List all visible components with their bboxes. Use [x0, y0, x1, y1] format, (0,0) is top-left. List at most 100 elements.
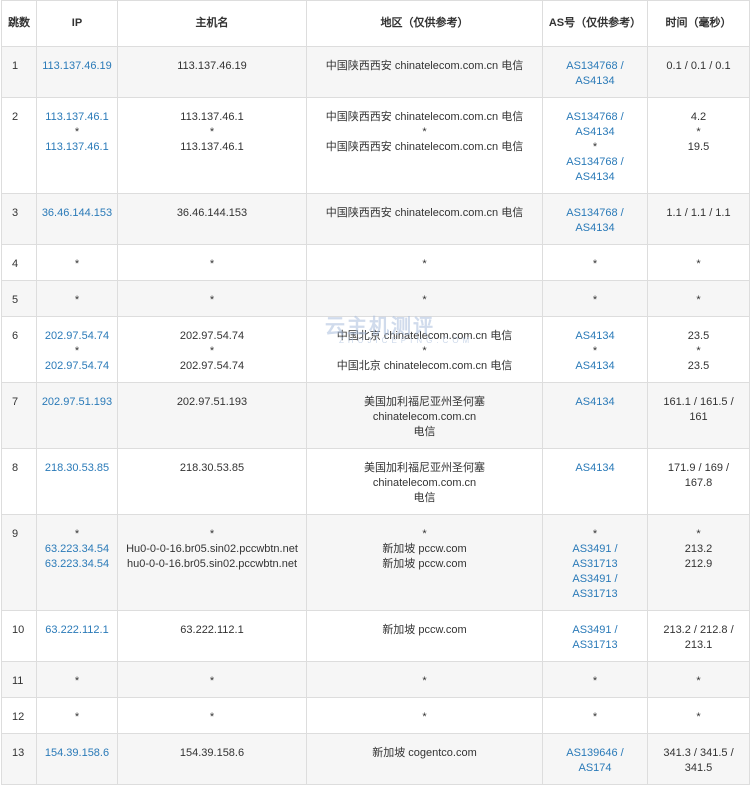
- region-cell: 新加坡 cogentco.com: [306, 733, 543, 785]
- host-cell: 113.137.46.19: [117, 46, 307, 98]
- hop-number: 1: [1, 46, 37, 98]
- ip-link[interactable]: 202.97.54.74: [41, 329, 113, 344]
- host-text: 63.222.112.1: [180, 624, 244, 636]
- region-text: 电信: [413, 426, 436, 438]
- host-cell: 154.39.158.6: [117, 733, 307, 785]
- table-body: 1 113.137.46.19 113.137.46.19 中国陕西西安 chinat…: [1, 46, 750, 785]
- as-link[interactable]: AS134768 /: [547, 59, 643, 74]
- region-text: *: [422, 675, 427, 687]
- host-text: hu0-0-0-16.br05.sin02.pccwbtn.net: [127, 558, 297, 570]
- ip-link[interactable]: 202.97.51.193: [41, 395, 113, 410]
- region-text: 新加坡 pccw.com: [382, 624, 467, 636]
- time-text: 213.2 / 212.8 /: [663, 624, 734, 636]
- as-cell: *: [542, 280, 648, 317]
- as-link[interactable]: AS4134: [547, 125, 643, 140]
- host-text: 113.137.46.1: [180, 141, 244, 153]
- as-link[interactable]: AS3491 /: [547, 572, 643, 587]
- as-text: *: [592, 675, 598, 687]
- as-link[interactable]: AS139646 /: [547, 746, 643, 761]
- ip-link[interactable]: 63.223.34.54: [41, 557, 113, 572]
- ip-text: *: [74, 528, 80, 540]
- host-text: 202.97.51.193: [176, 396, 248, 408]
- header-ip: IP: [36, 0, 118, 47]
- host-text: 154.39.158.6: [179, 747, 245, 759]
- as-link[interactable]: AS174: [547, 761, 643, 776]
- as-link[interactable]: AS31713: [547, 638, 643, 653]
- as-text: *: [592, 528, 598, 540]
- table-row: 9 * 63.223.34.54 63.223.34.54 * Hu0-0-0-16.br…: [1, 514, 750, 611]
- as-cell: *: [542, 661, 648, 698]
- time-text: 1.1 / 1.1 / 1.1: [666, 207, 731, 219]
- host-text: Hu0-0-0-16.br05.sin02.pccwbtn.net: [126, 543, 298, 555]
- region-text: *: [422, 126, 427, 138]
- as-link[interactable]: AS31713: [547, 587, 643, 602]
- table-row: 4 * * * * *: [1, 244, 750, 281]
- hop-number: 10: [1, 610, 37, 662]
- time-text: *: [696, 258, 701, 270]
- ip-link[interactable]: 63.222.112.1: [41, 623, 113, 638]
- region-text: 中国陕西西安 chinatelecom.com.cn 电信: [325, 141, 524, 153]
- time-text: *: [696, 126, 701, 138]
- ip-link[interactable]: 113.137.46.1: [41, 110, 113, 125]
- hop-number: 11: [1, 661, 37, 698]
- region-cell: *: [306, 280, 543, 317]
- time-cell: * 213.2 212.9: [647, 514, 750, 611]
- as-text: *: [592, 141, 598, 153]
- as-link[interactable]: AS4134: [547, 329, 643, 344]
- hop-number: 9: [1, 514, 37, 611]
- as-link[interactable]: AS4134: [547, 221, 643, 236]
- as-cell: AS4134: [542, 382, 648, 449]
- host-cell: *: [117, 697, 307, 734]
- table-row: 13 154.39.158.6 154.39.158.6 新加坡 cogentco.c…: [1, 733, 750, 785]
- ip-link[interactable]: 36.46.144.153: [41, 206, 113, 221]
- time-cell: *: [647, 661, 750, 698]
- region-text: 美国加利福尼亚州圣何塞 chinatelecom.com.cn: [364, 396, 485, 423]
- region-text: *: [422, 528, 427, 540]
- hop-number: 13: [1, 733, 37, 785]
- hop-number: 2: [1, 97, 37, 194]
- as-cell: * AS3491 /AS31713 AS3491 /AS31713: [542, 514, 648, 611]
- time-text: 213.2: [684, 543, 713, 555]
- ip-link[interactable]: 113.137.46.1: [41, 140, 113, 155]
- time-text: *: [696, 528, 701, 540]
- as-link[interactable]: AS134768 /: [547, 110, 643, 125]
- as-link[interactable]: AS31713: [547, 557, 643, 572]
- host-text: *: [209, 294, 215, 306]
- ip-link[interactable]: 113.137.46.19: [41, 59, 113, 74]
- ip-link[interactable]: 154.39.158.6: [41, 746, 113, 761]
- as-link[interactable]: AS4134: [547, 74, 643, 89]
- host-text: *: [209, 528, 215, 540]
- time-text: 341.5: [684, 762, 713, 774]
- ip-link[interactable]: 218.30.53.85: [41, 461, 113, 476]
- as-link[interactable]: AS3491 /: [547, 623, 643, 638]
- as-link[interactable]: AS4134: [547, 359, 643, 374]
- as-link[interactable]: AS4134: [547, 395, 643, 410]
- time-text: 23.5: [687, 330, 710, 342]
- time-cell: 341.3 / 341.5 / 341.5: [647, 733, 750, 785]
- time-text: 161: [689, 411, 708, 423]
- ip-cell: 154.39.158.6: [36, 733, 118, 785]
- host-text: 202.97.54.74: [179, 360, 245, 372]
- as-link[interactable]: AS134768 /: [547, 155, 643, 170]
- hop-number: 7: [1, 382, 37, 449]
- time-text: 341.3 / 341.5 /: [663, 747, 734, 759]
- ip-link[interactable]: 63.223.34.54: [41, 542, 113, 557]
- time-text: 213.1: [684, 639, 713, 651]
- time-text: 23.5: [687, 360, 710, 372]
- host-text: 113.137.46.1: [180, 111, 244, 123]
- as-link[interactable]: AS4134: [547, 170, 643, 185]
- time-text: 19.5: [687, 141, 710, 153]
- ip-cell: *: [36, 244, 118, 281]
- time-text: 167.8: [684, 477, 713, 489]
- as-link[interactable]: AS4134: [547, 461, 643, 476]
- host-text: 113.137.46.19: [177, 60, 247, 72]
- header-host: 主机名: [117, 0, 307, 47]
- as-link[interactable]: AS134768 /: [547, 206, 643, 221]
- ip-cell: 63.222.112.1: [36, 610, 118, 662]
- table-row: 2 113.137.46.1 * 113.137.46.1 113.137.46.1 * 1…: [1, 97, 750, 194]
- header-as: AS号（仅供参考）: [542, 0, 648, 47]
- region-text: 电信: [413, 492, 436, 504]
- region-cell: 新加坡 pccw.com: [306, 610, 543, 662]
- as-link[interactable]: AS3491 /: [547, 542, 643, 557]
- ip-link[interactable]: 202.97.54.74: [41, 359, 113, 374]
